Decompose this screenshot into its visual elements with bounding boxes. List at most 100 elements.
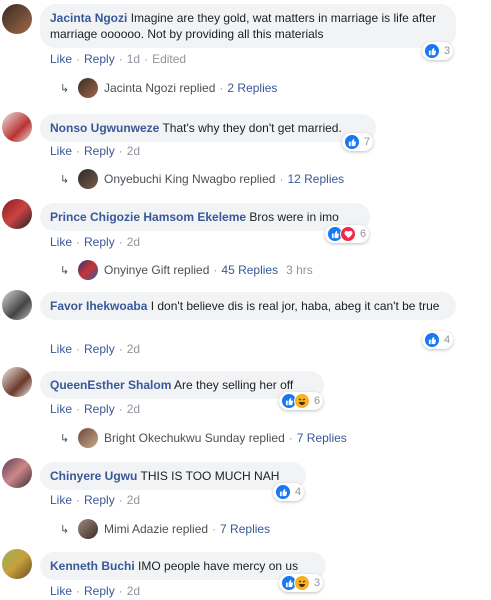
edited-label: Edited bbox=[152, 52, 187, 66]
comment-author[interactable]: Jacinta Ngozi bbox=[50, 11, 127, 25]
comment-author[interactable]: Kenneth Buchi bbox=[50, 559, 135, 573]
reply-count[interactable]: 45 Replies bbox=[221, 263, 278, 277]
separator: · bbox=[76, 144, 81, 158]
reply-arrow-icon: ↳ bbox=[60, 432, 70, 445]
comment-bubble: Favor Ihekwoaba I don't believe dis is r… bbox=[40, 292, 456, 320]
separator: · bbox=[118, 402, 123, 416]
reply-count[interactable]: 7 Replies bbox=[297, 431, 347, 445]
reactions[interactable]: 4 bbox=[273, 483, 305, 501]
timestamp[interactable]: 2d bbox=[127, 235, 140, 249]
reactions[interactable]: 3 bbox=[422, 42, 454, 60]
reply-count[interactable]: 12 Replies bbox=[287, 172, 344, 186]
comment-author[interactable]: Chinyere Ugwu bbox=[50, 469, 137, 483]
reaction-count: 6 bbox=[314, 395, 321, 407]
comment-actions: Like · Reply · 2d bbox=[50, 493, 140, 507]
replies-link[interactable]: ↳ Mimi Adazie replied · 7 Replies bbox=[60, 519, 270, 539]
comment-author[interactable]: Prince Chigozie Hamsom Ekeleme bbox=[50, 210, 246, 224]
comment-text: THIS IS TOO MUCH NAH bbox=[140, 469, 280, 483]
avatar[interactable] bbox=[2, 112, 32, 142]
reactions[interactable]: 6 bbox=[279, 392, 324, 410]
like-button[interactable]: Like bbox=[50, 584, 72, 598]
timestamp[interactable]: 2d bbox=[127, 493, 140, 507]
separator: · bbox=[76, 493, 81, 507]
like-icon bbox=[424, 43, 440, 59]
avatar[interactable] bbox=[2, 549, 32, 579]
reply-arrow-icon: ↳ bbox=[60, 264, 70, 277]
like-icon bbox=[275, 484, 291, 500]
separator: · bbox=[118, 493, 123, 507]
separator: · bbox=[76, 342, 81, 356]
reaction-count: 6 bbox=[360, 228, 367, 240]
reactions[interactable]: 6 bbox=[325, 225, 370, 243]
replies-link[interactable]: ↳ Jacinta Ngozi replied · 2 Replies bbox=[60, 78, 277, 98]
haha-icon bbox=[294, 575, 310, 591]
like-button[interactable]: Like bbox=[50, 402, 72, 416]
like-icon bbox=[344, 134, 360, 150]
like-button[interactable]: Like bbox=[50, 493, 72, 507]
comment-author[interactable]: QueenEsther Shalom bbox=[50, 378, 171, 392]
replies-link[interactable]: ↳ Onyinye Gift replied · 45 Replies 3 hrs bbox=[60, 260, 313, 280]
comment-actions: Like · Reply · 1d · Edited bbox=[50, 52, 186, 66]
reactions[interactable]: 3 bbox=[279, 574, 324, 592]
haha-icon bbox=[294, 393, 310, 409]
comment-text: That's why they don't get married. bbox=[162, 121, 342, 135]
reply-arrow-icon: ↳ bbox=[60, 82, 70, 95]
comment-text: I don't believe dis is real jor, haba, a… bbox=[150, 299, 440, 313]
comment-text: IMO people have mercy on us bbox=[138, 559, 299, 573]
reply-time: 3 hrs bbox=[286, 263, 313, 277]
timestamp[interactable]: 2d bbox=[127, 342, 140, 356]
reply-avatar bbox=[78, 260, 98, 280]
separator: · bbox=[118, 144, 123, 158]
comment-author[interactable]: Nonso Ugwunweze bbox=[50, 121, 159, 135]
reply-button[interactable]: Reply bbox=[84, 493, 115, 507]
separator: · bbox=[118, 584, 123, 598]
reply-author-text: Jacinta Ngozi replied bbox=[104, 81, 216, 95]
reply-button[interactable]: Reply bbox=[84, 235, 115, 249]
separator: · bbox=[279, 172, 284, 186]
avatar[interactable] bbox=[2, 290, 32, 320]
separator: · bbox=[118, 235, 123, 249]
reaction-count: 3 bbox=[314, 577, 321, 589]
reply-button[interactable]: Reply bbox=[84, 342, 115, 356]
love-icon bbox=[340, 226, 356, 242]
replies-link[interactable]: ↳ Bright Okechukwu Sunday replied · 7 Repl… bbox=[60, 428, 347, 448]
reactions[interactable]: 4 bbox=[422, 331, 454, 349]
separator: · bbox=[212, 522, 217, 536]
reply-count[interactable]: 7 Replies bbox=[220, 522, 270, 536]
reply-count[interactable]: 2 Replies bbox=[227, 81, 277, 95]
comment-author[interactable]: Favor Ihekwoaba bbox=[50, 299, 147, 313]
reply-button[interactable]: Reply bbox=[84, 584, 115, 598]
replies-link[interactable]: ↳ Onyebuchi King Nwagbo replied · 12 Repli… bbox=[60, 169, 344, 189]
reply-button[interactable]: Reply bbox=[84, 52, 115, 66]
reply-author-text: Bright Okechukwu Sunday replied bbox=[104, 431, 285, 445]
comment-actions: Like · Reply · 2d bbox=[50, 144, 140, 158]
separator: · bbox=[118, 52, 123, 66]
comment-bubble: Jacinta Ngozi Imagine are they gold, wat… bbox=[40, 4, 456, 48]
separator: · bbox=[288, 431, 293, 445]
like-button[interactable]: Like bbox=[50, 235, 72, 249]
timestamp[interactable]: 2d bbox=[127, 584, 140, 598]
reactions[interactable]: 7 bbox=[342, 133, 374, 151]
avatar[interactable] bbox=[2, 4, 32, 34]
separator: · bbox=[219, 81, 224, 95]
avatar[interactable] bbox=[2, 199, 32, 229]
timestamp[interactable]: 2d bbox=[127, 144, 140, 158]
like-button[interactable]: Like bbox=[50, 144, 72, 158]
reply-button[interactable]: Reply bbox=[84, 402, 115, 416]
comment-bubble: Nonso Ugwunweze That's why they don't ge… bbox=[40, 114, 376, 142]
separator: · bbox=[144, 52, 149, 66]
comment-actions: Like · Reply · 2d bbox=[50, 402, 140, 416]
avatar[interactable] bbox=[2, 458, 32, 488]
timestamp[interactable]: 1d bbox=[127, 52, 140, 66]
like-button[interactable]: Like bbox=[50, 342, 72, 356]
reply-avatar bbox=[78, 169, 98, 189]
like-button[interactable]: Like bbox=[50, 52, 72, 66]
timestamp[interactable]: 2d bbox=[127, 402, 140, 416]
reply-avatar bbox=[78, 78, 98, 98]
reply-arrow-icon: ↳ bbox=[60, 523, 70, 536]
reply-author-text: Mimi Adazie replied bbox=[104, 522, 209, 536]
reply-button[interactable]: Reply bbox=[84, 144, 115, 158]
separator: · bbox=[76, 402, 81, 416]
avatar[interactable] bbox=[2, 367, 32, 397]
reaction-count: 3 bbox=[444, 45, 451, 57]
